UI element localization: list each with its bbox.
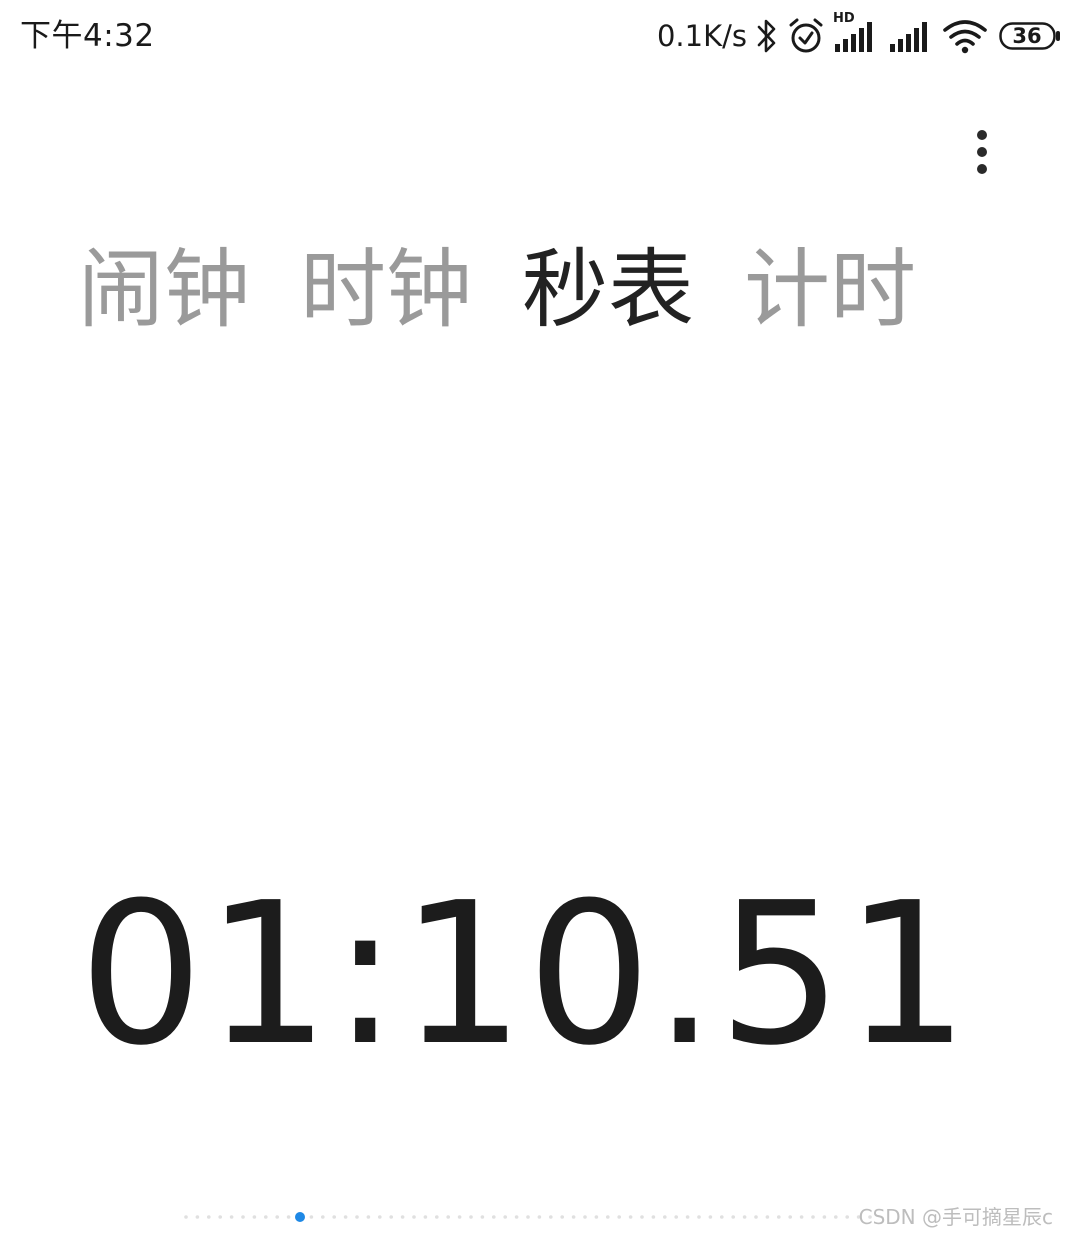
scale-tick	[731, 1215, 735, 1219]
scale-tick	[583, 1215, 587, 1219]
scale-tick	[571, 1215, 576, 1219]
battery-level: 36	[1012, 24, 1042, 48]
scale-tick	[594, 1215, 599, 1219]
scale-tick	[799, 1215, 804, 1219]
hd-signal-icon: HD	[833, 12, 879, 56]
battery-icon: 36	[999, 22, 1061, 50]
scale-tick	[526, 1215, 530, 1219]
scale-current-marker	[295, 1212, 305, 1222]
scale-tick	[514, 1215, 519, 1219]
watermark: CSDN @手可摘星辰c	[858, 1205, 1053, 1229]
scale-tick	[423, 1215, 428, 1219]
scale-tick	[606, 1215, 610, 1219]
stopwatch-elapsed-time: 01:10.51	[78, 861, 972, 1089]
scale-tick	[207, 1215, 211, 1219]
network-speed: 0.1K/s	[656, 19, 747, 53]
scale-tick	[537, 1215, 542, 1219]
hd-label: HD	[833, 11, 855, 26]
wifi-icon	[941, 16, 989, 56]
bluetooth-icon	[753, 16, 781, 56]
scale-tick	[400, 1215, 405, 1219]
scale-tick	[765, 1215, 770, 1219]
scale-tick	[355, 1215, 359, 1219]
more-options-button[interactable]	[958, 122, 1006, 182]
scale-tick	[252, 1215, 257, 1219]
scale-tick	[469, 1215, 473, 1219]
scale-tick	[674, 1215, 678, 1219]
scale-tick	[663, 1215, 667, 1219]
scale-tick	[503, 1215, 508, 1219]
scale-tick	[412, 1215, 416, 1219]
status-time: 下午4:32	[20, 18, 155, 54]
scale-tick	[651, 1215, 656, 1219]
scale-tick	[241, 1215, 245, 1219]
tab-stopwatch[interactable]: 秒表	[522, 240, 694, 340]
scale-tick	[685, 1215, 690, 1219]
status-bar: 下午4:32 0.1K/s HD 36	[0, 0, 1067, 72]
scale-tick	[640, 1215, 644, 1219]
scale-tick	[275, 1215, 280, 1219]
scale-tick	[264, 1215, 268, 1219]
scale-tick	[777, 1215, 781, 1219]
scale-tick	[184, 1215, 188, 1219]
scale-tick	[560, 1215, 564, 1219]
scale-tick	[378, 1215, 382, 1219]
scale-tick	[822, 1215, 827, 1219]
scale-tick	[788, 1215, 792, 1219]
scale-tick	[492, 1215, 496, 1219]
mode-tabs: 闹钟 时钟 秒表 计时	[78, 240, 916, 340]
scale-tick	[286, 1215, 291, 1219]
scale-tick	[366, 1215, 371, 1219]
scale-tick	[389, 1215, 394, 1219]
scale-tick	[195, 1215, 200, 1219]
tab-alarm[interactable]: 闹钟	[78, 240, 250, 340]
scale-tick	[834, 1215, 838, 1219]
scale-tick	[549, 1215, 553, 1219]
scale-tick	[811, 1215, 815, 1219]
scale-tick	[229, 1215, 234, 1219]
alarm-icon	[785, 16, 827, 56]
status-icons: 0.1K/s HD 36	[656, 12, 1061, 58]
scale-tick	[457, 1215, 462, 1219]
scale-tick	[628, 1215, 633, 1219]
scale-tick	[332, 1215, 337, 1219]
scale-tick	[343, 1215, 348, 1219]
scale-tick	[446, 1215, 451, 1219]
scale-tick	[480, 1215, 485, 1219]
scale-tick	[617, 1215, 621, 1219]
scale-tick	[845, 1215, 849, 1219]
scale-tick	[720, 1215, 724, 1219]
scale-tick	[708, 1215, 713, 1219]
more-vertical-icon	[977, 130, 987, 174]
tab-timer[interactable]: 计时	[744, 240, 916, 340]
scale-tick	[321, 1215, 325, 1219]
scale-tick	[435, 1215, 439, 1219]
tab-clock[interactable]: 时钟	[300, 240, 472, 340]
scale-tick	[697, 1215, 701, 1219]
signal-icon	[887, 16, 933, 56]
scale-tick	[742, 1215, 747, 1219]
scale-tick	[218, 1215, 222, 1219]
scale-tick	[309, 1215, 314, 1219]
scale-tick	[754, 1215, 758, 1219]
